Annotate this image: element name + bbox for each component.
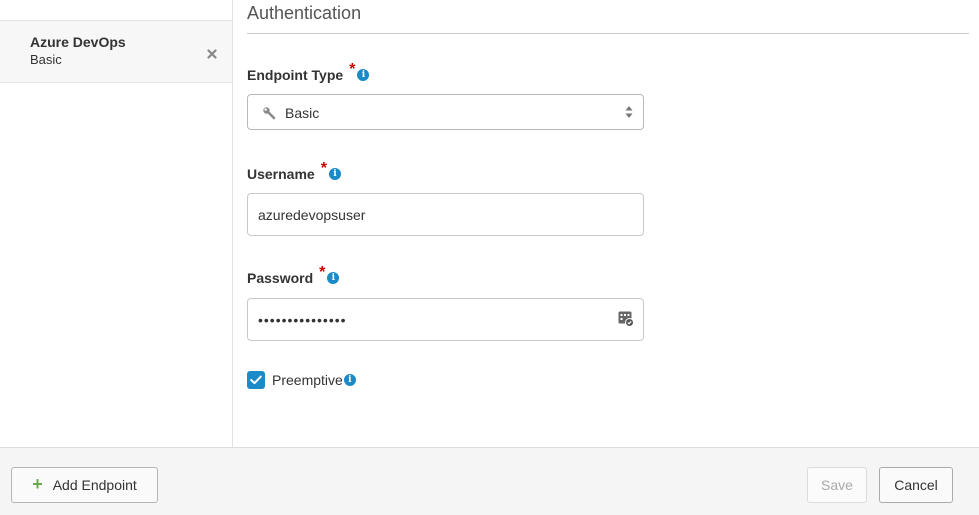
endpoint-type-label-text: Endpoint Type (247, 67, 344, 83)
info-icon[interactable]: i (357, 69, 370, 81)
required-marker: * (349, 61, 356, 78)
preemptive-label: Preemptive i (272, 372, 356, 388)
plus-icon: + (32, 473, 43, 494)
sidebar-item-azure-devops[interactable]: Azure DevOps Basic (0, 20, 232, 83)
cancel-button[interactable]: Cancel (879, 467, 953, 503)
section-title: Authentication (247, 3, 362, 23)
password-manager-icon[interactable] (618, 311, 634, 327)
username-label-text: Username (247, 166, 315, 182)
username-input[interactable] (247, 193, 644, 236)
section-divider (247, 33, 969, 34)
preemptive-checkbox[interactable] (247, 371, 265, 389)
sidebar-item-name: Azure DevOps (30, 34, 126, 50)
endpoint-type-select[interactable]: Basic (247, 94, 644, 130)
password-label-text: Password (247, 270, 314, 286)
close-icon[interactable] (205, 47, 219, 61)
password-input[interactable] (247, 298, 644, 341)
info-icon[interactable]: i (328, 168, 341, 180)
endpoint-sidebar: Azure DevOps Basic (0, 0, 233, 447)
password-label: Password * i (247, 264, 340, 288)
endpoint-type-value: Basic (285, 105, 320, 121)
footer-bar: + Add Endpoint Save Cancel (0, 447, 979, 515)
endpoint-type-label: Endpoint Type * i (247, 61, 370, 85)
required-marker: * (319, 264, 326, 281)
select-arrows-icon (625, 105, 633, 119)
save-button[interactable]: Save (807, 467, 867, 503)
info-icon[interactable]: i (327, 272, 340, 284)
wrench-icon (262, 106, 276, 120)
add-endpoint-label: Add Endpoint (52, 477, 137, 493)
info-icon[interactable]: i (343, 374, 356, 386)
sidebar-item-subtitle: Basic (30, 52, 62, 67)
required-marker: * (320, 160, 327, 177)
authentication-panel: Authentication Endpoint Type * i Basic U… (247, 0, 969, 447)
add-endpoint-button[interactable]: + Add Endpoint (11, 467, 158, 503)
preemptive-label-text: Preemptive (272, 372, 343, 388)
username-label: Username * i (247, 160, 341, 184)
